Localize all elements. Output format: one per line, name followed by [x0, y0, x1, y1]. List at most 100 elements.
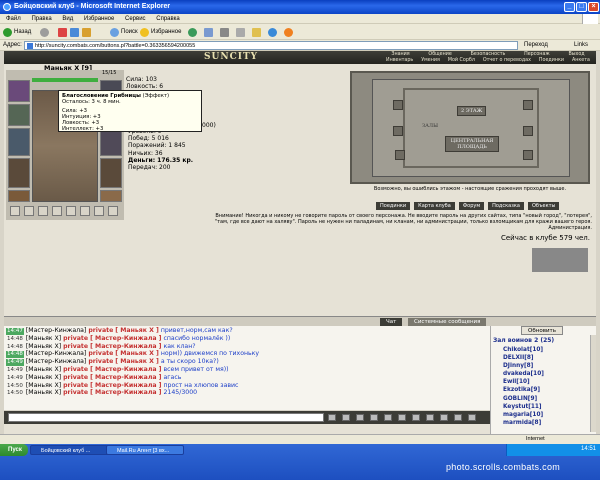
- menu-edit[interactable]: Правка: [31, 16, 51, 22]
- back-button[interactable]: Назад: [3, 27, 31, 37]
- chat-recipient[interactable]: [ Мастер-Кинжала ]: [90, 343, 161, 350]
- player-entry[interactable]: DJinny[8]: [503, 362, 544, 370]
- chat-recipient[interactable]: [ Мастер-Кинжала ]: [90, 382, 161, 389]
- chat-recipient[interactable]: [ Маньяк X ]: [115, 327, 159, 334]
- minimize-button[interactable]: _: [564, 2, 575, 12]
- translit-icon[interactable]: [384, 414, 392, 421]
- task-mailru-agent[interactable]: Mail.Ru Агент [3 вх...: [106, 445, 184, 455]
- hint-button[interactable]: Подсказка: [488, 202, 524, 210]
- map-room-2[interactable]: [393, 126, 403, 136]
- chat-sender[interactable]: [Мастер-Кинжала]: [26, 327, 87, 334]
- refresh-button[interactable]: [70, 27, 81, 37]
- close-button[interactable]: ×: [588, 2, 599, 12]
- search-button[interactable]: Поиск: [110, 27, 138, 37]
- chat-recipient[interactable]: [ Маньяк X ]: [115, 350, 159, 357]
- chat-recipient[interactable]: [ Мастер-Кинжала ]: [90, 374, 161, 381]
- maximize-button[interactable]: □: [576, 2, 587, 12]
- nav-my-sorbl[interactable]: Мой Сорбл: [448, 58, 475, 64]
- chat-sender[interactable]: [Маньяк X]: [26, 366, 61, 373]
- folder-button[interactable]: [252, 27, 263, 37]
- player-entry[interactable]: Keystut[11]: [503, 403, 544, 411]
- map-halls[interactable]: ЗАЛЫ: [419, 122, 441, 130]
- mailru-button[interactable]: [284, 27, 295, 37]
- chat-recipient[interactable]: [ Маньяк X ]: [115, 358, 159, 365]
- address-input[interactable]: http://suncity.combats.com/buttons.pl?ba…: [24, 41, 518, 50]
- player-entry[interactable]: dvakeda[10]: [503, 370, 544, 378]
- helmet-slot[interactable]: [8, 80, 30, 102]
- go-button[interactable]: Переход: [524, 41, 548, 50]
- edit-button[interactable]: [236, 27, 247, 37]
- player-entry[interactable]: magaria[10]: [503, 411, 544, 419]
- player-entry[interactable]: marmida[8]: [503, 419, 544, 427]
- scroll-slot-2[interactable]: [24, 206, 34, 216]
- player-entry[interactable]: GOBLIN[9]: [503, 395, 544, 403]
- menu-help[interactable]: Справка: [156, 16, 180, 22]
- links-button[interactable]: Links: [574, 41, 588, 50]
- player-entry[interactable]: Ewil[10]: [503, 378, 544, 386]
- menu-view[interactable]: Вид: [62, 16, 73, 22]
- start-button[interactable]: Пуск: [0, 444, 28, 456]
- scroll-slot-6[interactable]: [80, 206, 90, 216]
- player-entry[interactable]: Ekzotika[9]: [503, 386, 544, 394]
- nav-transfers[interactable]: Отчет о переводах: [483, 58, 531, 64]
- map-floor-2[interactable]: 2 ЭТАЖ: [457, 106, 487, 116]
- menu-tools[interactable]: Сервис: [125, 16, 146, 22]
- chat-sender[interactable]: [Маньяк X]: [26, 343, 61, 350]
- trade-icon[interactable]: [440, 414, 448, 421]
- chat-sender[interactable]: [Мастер-Кинжала]: [26, 358, 87, 365]
- ring-slot[interactable]: [100, 190, 122, 202]
- scroll-slot-1[interactable]: [10, 206, 20, 216]
- chat-recipient[interactable]: [ Мастер-Кинжала ]: [90, 335, 161, 342]
- messenger-button[interactable]: [268, 27, 279, 37]
- scroll-slot-8[interactable]: [108, 206, 118, 216]
- boots-slot[interactable]: [100, 158, 122, 188]
- chat-recipient[interactable]: [ Мастер-Кинжала ]: [90, 366, 161, 373]
- map-room-6[interactable]: [523, 150, 533, 160]
- nav-fights[interactable]: Поединки: [539, 58, 564, 64]
- scroll-slot-7[interactable]: [94, 206, 104, 216]
- clan-icon[interactable]: [426, 414, 434, 421]
- clear-icon[interactable]: [356, 414, 364, 421]
- nav-inventory[interactable]: Инвентарь: [386, 58, 413, 64]
- map-room-3[interactable]: [395, 150, 405, 160]
- amulet-slot[interactable]: [8, 104, 30, 126]
- nav-skills[interactable]: Умения: [421, 58, 440, 64]
- mail-button[interactable]: [204, 27, 215, 37]
- chat-sender[interactable]: [Маньяк X]: [26, 382, 61, 389]
- chat-sender[interactable]: [Мастер-Кинжала]: [26, 350, 87, 357]
- stop-button[interactable]: [58, 27, 69, 37]
- weapon-slot[interactable]: [8, 128, 30, 156]
- chat-sender[interactable]: [Маньяк X]: [26, 374, 61, 381]
- fights-button[interactable]: Поединки: [376, 202, 411, 210]
- print-button[interactable]: [220, 27, 231, 37]
- lock-icon[interactable]: [454, 414, 462, 421]
- exit-chat-icon[interactable]: [468, 414, 476, 421]
- settings-icon[interactable]: [412, 414, 420, 421]
- chat-sender[interactable]: [Маньяк X]: [26, 389, 61, 396]
- forward-button[interactable]: [40, 27, 51, 37]
- home-button[interactable]: [82, 27, 93, 37]
- smiley-icon[interactable]: [342, 414, 350, 421]
- map-central-square[interactable]: ЦЕНТРАЛЬНАЯ ПЛОЩАДЬ: [445, 136, 499, 152]
- scroll-slot-3[interactable]: [38, 206, 48, 216]
- chat-recipient[interactable]: [ Мастер-Кинжала ]: [90, 389, 161, 396]
- scroll-slot-4[interactable]: [52, 206, 62, 216]
- sound-icon[interactable]: [398, 414, 406, 421]
- menu-favorites[interactable]: Избранное: [84, 16, 114, 22]
- objects-button[interactable]: Объекты: [527, 202, 560, 210]
- media-button[interactable]: [188, 27, 199, 37]
- map-room-1[interactable]: [393, 100, 403, 110]
- chat-sender[interactable]: [Маньяк X]: [26, 335, 61, 342]
- player-entry[interactable]: Chikolat[10]: [503, 346, 544, 354]
- belt-slot[interactable]: [8, 190, 30, 202]
- scroll-slot-5[interactable]: [66, 206, 76, 216]
- roster-scrollbar[interactable]: [590, 335, 596, 432]
- filter-icon[interactable]: [370, 414, 378, 421]
- player-entry[interactable]: DELXII[8]: [503, 354, 544, 362]
- favorites-button[interactable]: Избранное: [140, 27, 181, 37]
- armor-slot[interactable]: [8, 158, 30, 188]
- nav-profile[interactable]: Анкета: [572, 58, 590, 64]
- forum-button[interactable]: Форум: [458, 202, 485, 210]
- chat-input[interactable]: [8, 413, 324, 422]
- send-icon[interactable]: [328, 414, 336, 421]
